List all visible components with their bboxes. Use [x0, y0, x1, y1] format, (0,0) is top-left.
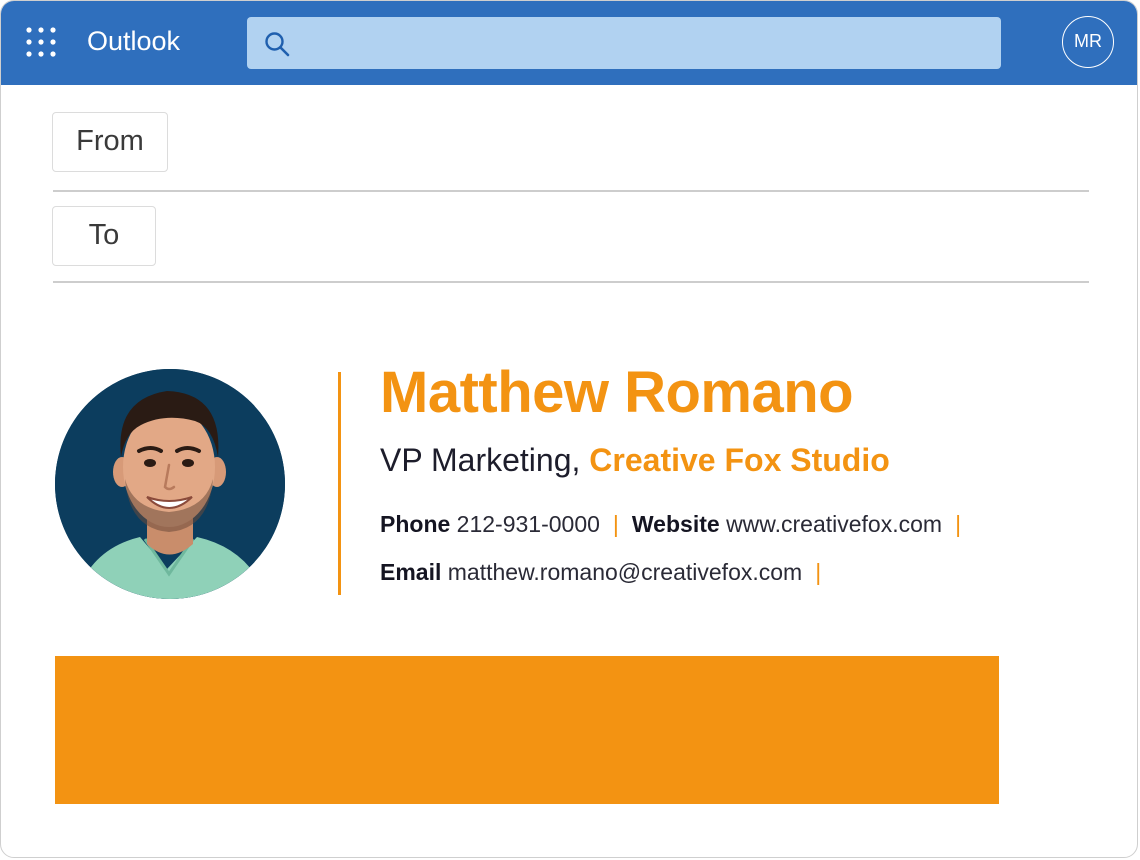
- profile-photo-illustration: [55, 369, 285, 599]
- phone-label: Phone: [380, 511, 451, 537]
- separator: |: [612, 511, 619, 537]
- to-button[interactable]: To: [52, 206, 156, 266]
- top-bar: Outlook MR: [1, 1, 1137, 85]
- signature-divider-line: [338, 372, 341, 595]
- search-input[interactable]: [303, 17, 987, 71]
- signature-job-title: VP Marketing,: [380, 442, 581, 478]
- signature-contact-row-2: Email matthew.romano@creativefox.com |: [380, 556, 834, 588]
- outlook-compose-window: Outlook MR From To Matthew Romano VP Mar…: [0, 0, 1138, 858]
- email-link[interactable]: matthew.romano@creativefox.com: [448, 559, 802, 585]
- search-box[interactable]: [247, 17, 1001, 71]
- phone-value[interactable]: 212-931-0000: [457, 511, 600, 537]
- email-label: Email: [380, 559, 442, 585]
- from-button[interactable]: From: [52, 112, 168, 172]
- to-divider: [53, 281, 1089, 283]
- website-label: Website: [631, 511, 720, 537]
- account-avatar-button[interactable]: MR: [1062, 16, 1114, 68]
- signature-title-line: VP Marketing, Creative Fox Studio: [380, 439, 890, 481]
- separator: |: [815, 559, 822, 585]
- signature-banner[interactable]: [55, 656, 999, 804]
- website-link[interactable]: www.creativefox.com: [726, 511, 942, 537]
- separator: |: [955, 511, 962, 537]
- signature-name: Matthew Romano: [380, 360, 854, 425]
- profile-photo: [55, 369, 285, 599]
- app-name[interactable]: Outlook: [87, 23, 180, 59]
- app-launcher-grid-icon[interactable]: [25, 26, 59, 60]
- search-icon: [265, 32, 290, 57]
- from-divider: [53, 190, 1089, 192]
- signature-contact-row-1: Phone 212-931-0000 | Website www.creativef…: [380, 508, 974, 540]
- signature-company[interactable]: Creative Fox Studio: [589, 442, 890, 478]
